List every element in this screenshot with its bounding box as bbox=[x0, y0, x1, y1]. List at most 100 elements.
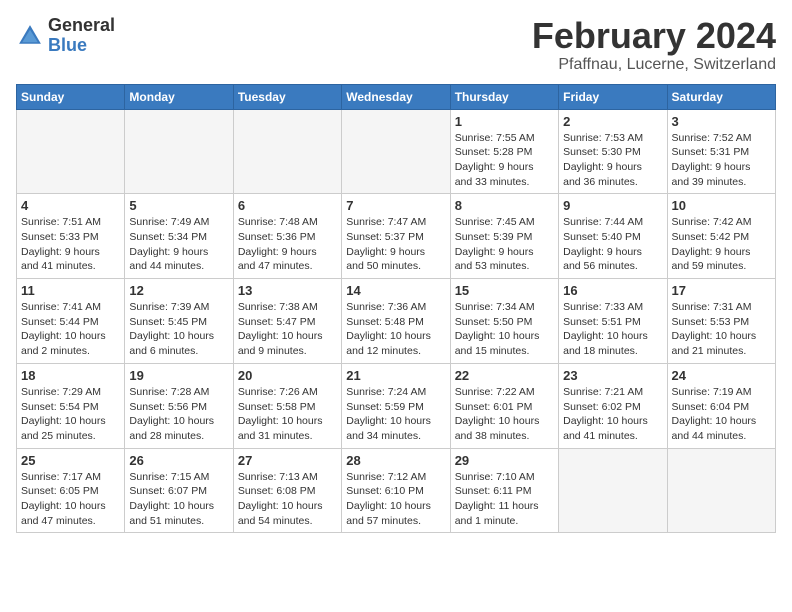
calendar-cell: 10 Sunrise: 7:42 AM Sunset: 5:42 PM Dayli… bbox=[667, 194, 775, 279]
calendar-cell: 12 Sunrise: 7:39 AM Sunset: 5:45 PM Dayli… bbox=[125, 279, 233, 364]
day-detail: Sunrise: 7:13 AM Sunset: 6:08 PM Dayligh… bbox=[238, 470, 337, 529]
day-number: 28 bbox=[346, 453, 445, 468]
day-number: 25 bbox=[21, 453, 120, 468]
day-detail: Sunrise: 7:48 AM Sunset: 5:36 PM Dayligh… bbox=[238, 215, 337, 274]
calendar-header-row: SundayMondayTuesdayWednesdayThursdayFrid… bbox=[17, 84, 776, 109]
day-number: 7 bbox=[346, 198, 445, 213]
calendar-cell: 24 Sunrise: 7:19 AM Sunset: 6:04 PM Dayli… bbox=[667, 363, 775, 448]
calendar-cell bbox=[342, 109, 450, 194]
calendar-cell: 23 Sunrise: 7:21 AM Sunset: 6:02 PM Dayli… bbox=[559, 363, 667, 448]
day-detail: Sunrise: 7:41 AM Sunset: 5:44 PM Dayligh… bbox=[21, 300, 120, 359]
calendar-cell: 3Sunrise: 7:52 AM Sunset: 5:31 PM Daylig… bbox=[667, 109, 775, 194]
calendar-cell: 17 Sunrise: 7:31 AM Sunset: 5:53 PM Dayli… bbox=[667, 279, 775, 364]
day-detail: Sunrise: 7:39 AM Sunset: 5:45 PM Dayligh… bbox=[129, 300, 228, 359]
day-detail: Sunrise: 7:38 AM Sunset: 5:47 PM Dayligh… bbox=[238, 300, 337, 359]
calendar-cell: 27 Sunrise: 7:13 AM Sunset: 6:08 PM Dayli… bbox=[233, 448, 341, 533]
day-number: 8 bbox=[455, 198, 554, 213]
logo-icon bbox=[16, 22, 44, 50]
day-detail: Sunrise: 7:33 AM Sunset: 5:51 PM Dayligh… bbox=[563, 300, 662, 359]
logo: General Blue bbox=[16, 16, 115, 56]
column-header-monday: Monday bbox=[125, 84, 233, 109]
day-detail: Sunrise: 7:12 AM Sunset: 6:10 PM Dayligh… bbox=[346, 470, 445, 529]
calendar-cell: 5 Sunrise: 7:49 AM Sunset: 5:34 PM Daylig… bbox=[125, 194, 233, 279]
calendar-week-5: 25 Sunrise: 7:17 AM Sunset: 6:05 PM Dayli… bbox=[17, 448, 776, 533]
day-number: 1 bbox=[455, 114, 554, 129]
calendar-cell: 9Sunrise: 7:44 AM Sunset: 5:40 PM Daylig… bbox=[559, 194, 667, 279]
day-number: 10 bbox=[672, 198, 771, 213]
calendar-table: SundayMondayTuesdayWednesdayThursdayFrid… bbox=[16, 84, 776, 534]
logo-text: General Blue bbox=[48, 16, 115, 56]
day-number: 15 bbox=[455, 283, 554, 298]
day-number: 11 bbox=[21, 283, 120, 298]
calendar-cell: 1 Sunrise: 7:55 AM Sunset: 5:28 PM Daylig… bbox=[450, 109, 558, 194]
calendar-cell bbox=[17, 109, 125, 194]
day-detail: Sunrise: 7:24 AM Sunset: 5:59 PM Dayligh… bbox=[346, 385, 445, 444]
calendar-cell: 26 Sunrise: 7:15 AM Sunset: 6:07 PM Dayli… bbox=[125, 448, 233, 533]
day-detail: Sunrise: 7:36 AM Sunset: 5:48 PM Dayligh… bbox=[346, 300, 445, 359]
day-detail: Sunrise: 7:15 AM Sunset: 6:07 PM Dayligh… bbox=[129, 470, 228, 529]
day-detail: Sunrise: 7:22 AM Sunset: 6:01 PM Dayligh… bbox=[455, 385, 554, 444]
day-detail: Sunrise: 7:26 AM Sunset: 5:58 PM Dayligh… bbox=[238, 385, 337, 444]
day-number: 16 bbox=[563, 283, 662, 298]
title-block: February 2024 Pfaffnau, Lucerne, Switzer… bbox=[532, 16, 776, 74]
day-detail: Sunrise: 7:17 AM Sunset: 6:05 PM Dayligh… bbox=[21, 470, 120, 529]
calendar-cell: 13Sunrise: 7:38 AM Sunset: 5:47 PM Dayli… bbox=[233, 279, 341, 364]
day-number: 19 bbox=[129, 368, 228, 383]
calendar-cell: 28 Sunrise: 7:12 AM Sunset: 6:10 PM Dayli… bbox=[342, 448, 450, 533]
calendar-cell: 21 Sunrise: 7:24 AM Sunset: 5:59 PM Dayli… bbox=[342, 363, 450, 448]
calendar-cell: 22 Sunrise: 7:22 AM Sunset: 6:01 PM Dayli… bbox=[450, 363, 558, 448]
calendar-cell bbox=[233, 109, 341, 194]
column-header-tuesday: Tuesday bbox=[233, 84, 341, 109]
day-detail: Sunrise: 7:51 AM Sunset: 5:33 PM Dayligh… bbox=[21, 215, 120, 274]
column-header-saturday: Saturday bbox=[667, 84, 775, 109]
day-number: 14 bbox=[346, 283, 445, 298]
day-detail: Sunrise: 7:19 AM Sunset: 6:04 PM Dayligh… bbox=[672, 385, 771, 444]
day-number: 17 bbox=[672, 283, 771, 298]
day-detail: Sunrise: 7:28 AM Sunset: 5:56 PM Dayligh… bbox=[129, 385, 228, 444]
page-header: General Blue February 2024 Pfaffnau, Luc… bbox=[16, 16, 776, 74]
day-number: 4 bbox=[21, 198, 120, 213]
calendar-title: February 2024 bbox=[532, 16, 776, 56]
day-detail: Sunrise: 7:10 AM Sunset: 6:11 PM Dayligh… bbox=[455, 470, 554, 529]
day-detail: Sunrise: 7:21 AM Sunset: 6:02 PM Dayligh… bbox=[563, 385, 662, 444]
day-detail: Sunrise: 7:29 AM Sunset: 5:54 PM Dayligh… bbox=[21, 385, 120, 444]
column-header-thursday: Thursday bbox=[450, 84, 558, 109]
calendar-cell: 16 Sunrise: 7:33 AM Sunset: 5:51 PM Dayli… bbox=[559, 279, 667, 364]
day-detail: Sunrise: 7:49 AM Sunset: 5:34 PM Dayligh… bbox=[129, 215, 228, 274]
day-number: 24 bbox=[672, 368, 771, 383]
day-number: 23 bbox=[563, 368, 662, 383]
calendar-cell: 6 Sunrise: 7:48 AM Sunset: 5:36 PM Daylig… bbox=[233, 194, 341, 279]
day-number: 26 bbox=[129, 453, 228, 468]
calendar-cell: 2Sunrise: 7:53 AM Sunset: 5:30 PM Daylig… bbox=[559, 109, 667, 194]
day-number: 20 bbox=[238, 368, 337, 383]
day-detail: Sunrise: 7:31 AM Sunset: 5:53 PM Dayligh… bbox=[672, 300, 771, 359]
day-number: 12 bbox=[129, 283, 228, 298]
calendar-subtitle: Pfaffnau, Lucerne, Switzerland bbox=[532, 56, 776, 74]
day-number: 21 bbox=[346, 368, 445, 383]
day-number: 6 bbox=[238, 198, 337, 213]
day-number: 27 bbox=[238, 453, 337, 468]
calendar-cell: 14 Sunrise: 7:36 AM Sunset: 5:48 PM Dayli… bbox=[342, 279, 450, 364]
calendar-cell: 18 Sunrise: 7:29 AM Sunset: 5:54 PM Dayli… bbox=[17, 363, 125, 448]
calendar-cell: 20 Sunrise: 7:26 AM Sunset: 5:58 PM Dayli… bbox=[233, 363, 341, 448]
day-detail: Sunrise: 7:55 AM Sunset: 5:28 PM Dayligh… bbox=[455, 131, 554, 190]
day-number: 22 bbox=[455, 368, 554, 383]
calendar-cell: 8 Sunrise: 7:45 AM Sunset: 5:39 PM Daylig… bbox=[450, 194, 558, 279]
day-detail: Sunrise: 7:53 AM Sunset: 5:30 PM Dayligh… bbox=[563, 131, 662, 190]
day-detail: Sunrise: 7:47 AM Sunset: 5:37 PM Dayligh… bbox=[346, 215, 445, 274]
column-header-sunday: Sunday bbox=[17, 84, 125, 109]
calendar-cell: 4 Sunrise: 7:51 AM Sunset: 5:33 PM Daylig… bbox=[17, 194, 125, 279]
column-header-wednesday: Wednesday bbox=[342, 84, 450, 109]
day-detail: Sunrise: 7:42 AM Sunset: 5:42 PM Dayligh… bbox=[672, 215, 771, 274]
calendar-week-3: 11 Sunrise: 7:41 AM Sunset: 5:44 PM Dayli… bbox=[17, 279, 776, 364]
day-number: 5 bbox=[129, 198, 228, 213]
day-number: 18 bbox=[21, 368, 120, 383]
day-number: 29 bbox=[455, 453, 554, 468]
column-header-friday: Friday bbox=[559, 84, 667, 109]
calendar-cell: 29 Sunrise: 7:10 AM Sunset: 6:11 PM Dayli… bbox=[450, 448, 558, 533]
day-number: 3 bbox=[672, 114, 771, 129]
calendar-cell: 19 Sunrise: 7:28 AM Sunset: 5:56 PM Dayli… bbox=[125, 363, 233, 448]
day-detail: Sunrise: 7:45 AM Sunset: 5:39 PM Dayligh… bbox=[455, 215, 554, 274]
calendar-cell: 7 Sunrise: 7:47 AM Sunset: 5:37 PM Daylig… bbox=[342, 194, 450, 279]
day-number: 9 bbox=[563, 198, 662, 213]
